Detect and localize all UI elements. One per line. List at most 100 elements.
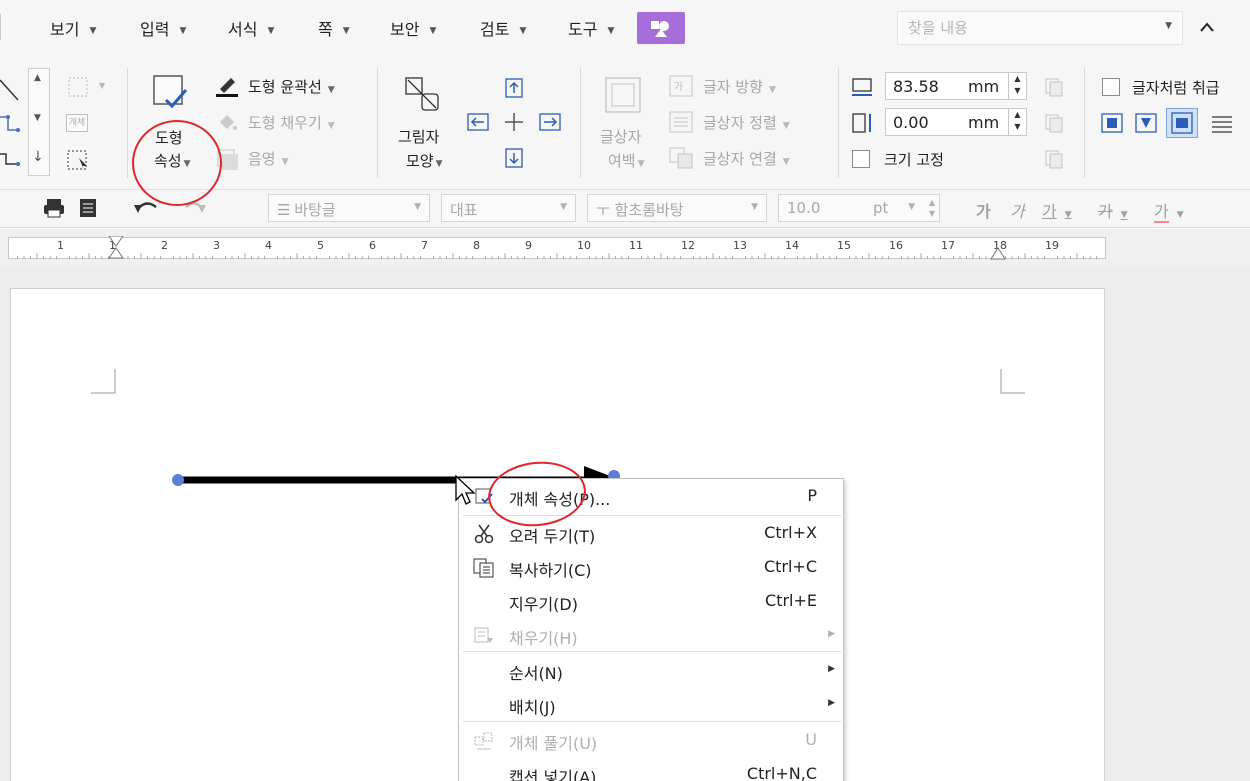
- bold-button[interactable]: 가: [976, 198, 991, 222]
- font-color-button[interactable]: 가 ▼: [1154, 198, 1184, 223]
- expand-arrow-icon[interactable]: ↓: [32, 149, 44, 165]
- paragraph-style-combo[interactable]: ☰ 바탕글 ▼: [268, 194, 430, 222]
- wrap-tight-icon[interactable]: [1134, 112, 1158, 134]
- font-color-label: 가: [1154, 202, 1169, 223]
- font-size-combo[interactable]: 10.0 pt ▼ ▲ ▼: [778, 194, 940, 222]
- scroll-down-icon[interactable]: ▼: [34, 113, 41, 123]
- shape-fill-button[interactable]: 도형 채우기 ▼: [248, 112, 335, 133]
- spin-down-icon[interactable]: ▼: [1009, 85, 1026, 97]
- scroll-up-icon[interactable]: ▲: [34, 73, 41, 83]
- spin-up-icon[interactable]: ▲: [1009, 109, 1026, 121]
- align-left-icon[interactable]: [466, 112, 490, 132]
- width-field[interactable]: 83.58 mm ▲ ▼: [885, 72, 1027, 100]
- align-center-icon[interactable]: [502, 112, 526, 132]
- align-bottom-icon[interactable]: [502, 148, 526, 168]
- treat-as-char-label: 글자처럼 취급: [1132, 79, 1220, 97]
- menu-item-fill[interactable]: 채우기(H) ▶: [459, 618, 845, 652]
- menu-insert[interactable]: 입력 ▼: [140, 16, 186, 40]
- width-lock-icon: [1045, 78, 1063, 97]
- menu-page[interactable]: 쪽 ▼: [318, 16, 350, 40]
- menu-item-order[interactable]: 순서(N) ▶: [459, 653, 845, 687]
- chevron-down-icon: ▼: [435, 159, 443, 169]
- spin-down-icon[interactable]: ▼: [1009, 121, 1026, 133]
- copy-icon: [473, 558, 494, 578]
- menu-separator: [0, 14, 1, 40]
- chevron-down-icon: ▼: [327, 121, 335, 131]
- chevron-down-icon: ▼: [429, 25, 437, 36]
- menu-item-shortcut: Ctrl+C: [763, 557, 817, 576]
- treat-as-char-checkbox[interactable]: [1102, 78, 1120, 96]
- menu-format[interactable]: 서식 ▼: [228, 16, 274, 40]
- highlight-circle-shape-properties: [132, 120, 222, 206]
- ruler-number: 14: [785, 239, 799, 252]
- align-right-icon[interactable]: [538, 112, 562, 132]
- font-combo[interactable]: ㅜ 함초롬바탕 ▼: [587, 194, 767, 222]
- width-value[interactable]: 83.58: [893, 77, 939, 96]
- chevron-down-icon: ▼: [782, 157, 790, 167]
- right-indent-marker-icon[interactable]: [989, 246, 1007, 260]
- collapse-ribbon-button[interactable]: [1194, 14, 1220, 40]
- menu-item-arrange[interactable]: 배치(J) ▶: [459, 687, 845, 721]
- align-top-icon[interactable]: [502, 78, 526, 98]
- height-field[interactable]: 0.00 mm ▲ ▼: [885, 108, 1027, 136]
- wrap-square-icon[interactable]: [1100, 112, 1124, 134]
- language-combo[interactable]: 대표 ▼: [441, 194, 576, 222]
- chevron-down-icon: ▼: [1176, 210, 1184, 220]
- menu-security[interactable]: 보안 ▼: [390, 16, 436, 40]
- preview-icon[interactable]: [76, 197, 100, 219]
- submenu-arrow-icon: ▶: [828, 629, 835, 639]
- height-unit: mm: [968, 113, 1000, 132]
- menu-view[interactable]: 보기 ▼: [50, 16, 96, 40]
- menu-item-insert-caption[interactable]: 캡션 넣기(A) Ctrl+N,C: [459, 757, 845, 781]
- textbox-margin-button[interactable]: 글상자 여백 ▼: [592, 72, 656, 184]
- chevron-down-icon: ▼: [560, 202, 567, 212]
- height-spinner[interactable]: ▲ ▼: [1008, 109, 1026, 135]
- ribbon-separator: [838, 68, 839, 178]
- menu-item-label: 개체 풀기(U): [509, 734, 598, 753]
- width-icon: [852, 78, 872, 96]
- search-input[interactable]: [898, 12, 1138, 44]
- menu-item-shortcut: U: [805, 730, 817, 749]
- gallery-scroller[interactable]: ▲ ▼ ↓: [28, 68, 50, 176]
- height-value[interactable]: 0.00: [893, 113, 929, 132]
- chevron-down-icon: ▼: [414, 202, 421, 212]
- shadow-button[interactable]: 음영 ▼: [248, 148, 289, 169]
- wrap-front-icon[interactable]: [1210, 112, 1234, 134]
- text-link-button[interactable]: 글상자 연결 ▼: [703, 148, 790, 169]
- ruler-strip[interactable]: 1 1 2 3 4 5 6 7 8 9 10 11 12 13 14 15 16 17 18 19: [8, 236, 1106, 260]
- strikethrough-button[interactable]: 가 ▼: [1098, 198, 1128, 222]
- select-object-icon[interactable]: [65, 148, 93, 172]
- spin-up-icon[interactable]: ▲: [1009, 73, 1026, 85]
- text-direction-button[interactable]: 글자 방향 ▼: [703, 76, 776, 97]
- print-icon[interactable]: [42, 197, 66, 219]
- text-link-label: 글상자 연결: [703, 150, 777, 168]
- width-spinner[interactable]: ▲ ▼: [1008, 73, 1026, 99]
- text-align-button[interactable]: 글상자 정렬 ▼: [703, 112, 790, 133]
- picture-style-label-2: 모양 ▼: [406, 150, 443, 171]
- scissors-icon: [474, 524, 494, 544]
- ruler-number: 4: [265, 239, 272, 252]
- font-type-icon: ㅜ: [596, 201, 610, 219]
- ruler-number: 1: [57, 239, 64, 252]
- shape-outline-button[interactable]: 도형 윤곽선 ▼: [248, 76, 335, 97]
- menu-tools[interactable]: 도구 ▼: [568, 16, 614, 40]
- fix-size-checkbox[interactable]: [852, 150, 870, 168]
- line-handle-start[interactable]: [172, 474, 184, 486]
- ruler-number: 16: [889, 239, 903, 252]
- picture-style-button[interactable]: 그림자 모양 ▼: [392, 72, 456, 184]
- menu-item-label: 캡션 넣기(A): [509, 768, 597, 781]
- menu-item-copy[interactable]: 복사하기(C) Ctrl+C: [459, 550, 845, 584]
- menu-item-delete[interactable]: 지우기(D) Ctrl+E: [459, 584, 845, 618]
- left-indent-marker-icon[interactable]: [107, 236, 125, 260]
- menu-item-ungroup[interactable]: 개체 풀기(U) U: [459, 723, 845, 757]
- shape-context-tab-button[interactable]: [637, 12, 685, 44]
- chevron-down-icon[interactable]: ▼: [1165, 21, 1172, 31]
- italic-button[interactable]: 가: [1010, 198, 1025, 222]
- wrap-behind-button[interactable]: [1166, 108, 1198, 138]
- menu-separator: [463, 651, 841, 652]
- menu-review[interactable]: 검토 ▼: [480, 16, 526, 40]
- line-shapes-icon[interactable]: [0, 72, 28, 178]
- size-spinner-icon[interactable]: ▲ ▼: [929, 197, 935, 219]
- menu-insert-label: 입력: [140, 20, 170, 39]
- underline-button[interactable]: 가 ▼: [1042, 198, 1072, 222]
